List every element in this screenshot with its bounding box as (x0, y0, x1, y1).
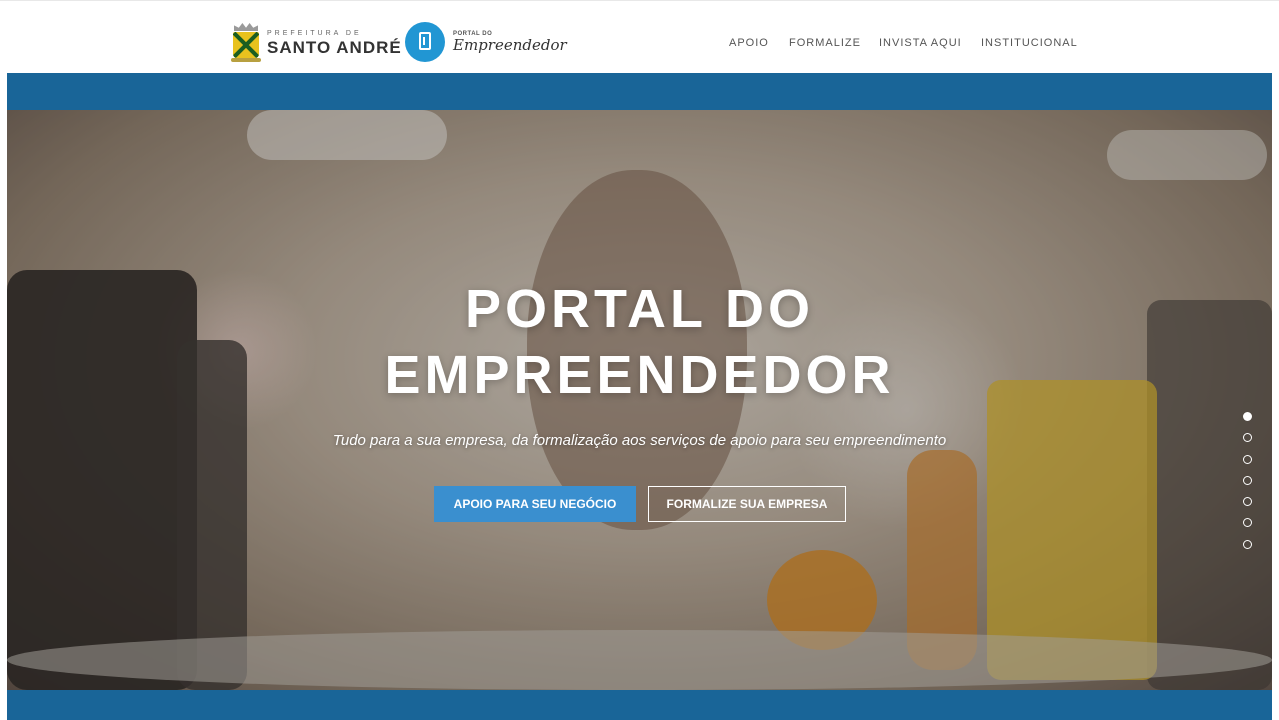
hero-subtitle: Tudo para a sua empresa, da formalização… (332, 432, 947, 449)
main-nav: APOIO FORMALIZE INVISTA AQUI INSTITUCION… (0, 37, 1279, 49)
slider-dot[interactable] (1243, 433, 1252, 443)
slider-dot[interactable] (1243, 412, 1252, 421)
apoio-negocio-button[interactable]: APOIO PARA SEU NEGÓCIO (434, 486, 636, 522)
site-header: PREFEITURA DE SANTO ANDRÉ PORTAL DO Empr… (0, 0, 1279, 73)
slider-dot[interactable] (1243, 539, 1252, 549)
nav-item-apoio[interactable]: APOIO (729, 37, 769, 49)
slider-dot[interactable] (1243, 454, 1252, 464)
nav-item-invista-aqui[interactable]: INVISTA AQUI (879, 37, 962, 49)
slider-dot[interactable] (1243, 475, 1252, 485)
bottom-color-band (7, 690, 1272, 720)
slider-dot[interactable] (1243, 497, 1252, 507)
hero-slider: PORTAL DO EMPREENDEDOR Tudo para a sua e… (7, 110, 1272, 690)
logo-prefeitura-small-text: PREFEITURA DE (267, 30, 362, 37)
hero-title: PORTAL DO EMPREENDEDOR (7, 276, 1272, 408)
slider-dot[interactable] (1243, 518, 1252, 528)
nav-item-institucional[interactable]: INSTITUCIONAL (981, 37, 1078, 49)
formalize-empresa-button[interactable]: FORMALIZE SUA EMPRESA (648, 486, 846, 522)
top-color-band (7, 73, 1272, 110)
hero-title-line-1: PORTAL DO (464, 279, 814, 339)
nav-item-formalize[interactable]: FORMALIZE (789, 37, 861, 49)
slider-pagination (1243, 412, 1253, 561)
hero-title-line-2: EMPREENDEDOR (384, 345, 895, 405)
